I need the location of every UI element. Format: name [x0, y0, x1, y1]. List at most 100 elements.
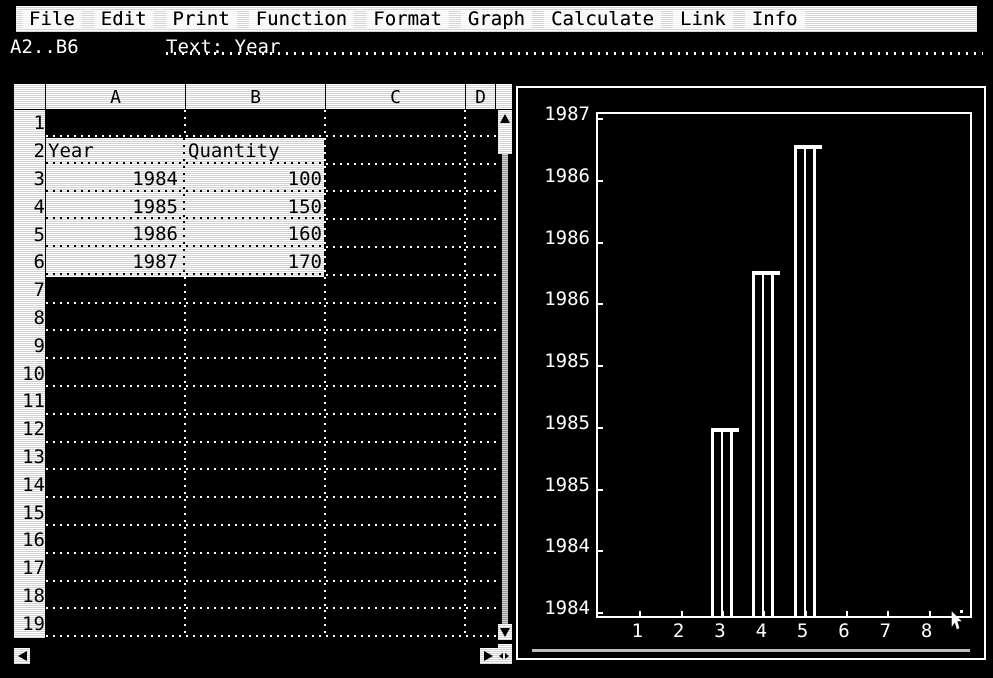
y-axis-label: 1987	[544, 103, 590, 125]
selected-column-separator	[183, 138, 185, 166]
menu-item-graph[interactable]: Graph	[460, 9, 533, 29]
vertical-scrollbar[interactable]	[498, 110, 512, 662]
column-header-b[interactable]: B	[186, 84, 326, 110]
row-separator	[46, 329, 498, 332]
vertical-scroll-track[interactable]	[502, 154, 508, 624]
selected-row[interactable]: 1986 160	[46, 221, 324, 250]
row-number[interactable]: 7	[14, 277, 45, 305]
chart-window: 1987 1986 1986 1986 1985 1985 1985 1984 1984 1 2 3 4…	[516, 86, 986, 660]
chart-bar-mid	[721, 427, 723, 616]
table-row[interactable]	[46, 610, 498, 638]
column-separator	[324, 610, 326, 638]
row-number[interactable]: 15	[14, 499, 45, 527]
table-row[interactable]	[46, 415, 498, 444]
resize-corner-icon[interactable]	[496, 648, 512, 664]
menu-item-file[interactable]: File	[22, 9, 82, 29]
selected-cell-block[interactable]: Year Quantity 1984 100 1985 150 1986 160 1987 170	[46, 138, 324, 277]
row-separator	[46, 496, 498, 499]
row-number[interactable]: 17	[14, 555, 45, 583]
menu-item-info[interactable]: Info	[744, 9, 805, 29]
menu-item-function[interactable]: Function	[248, 9, 355, 29]
row-number[interactable]: 11	[14, 388, 45, 416]
table-row[interactable]	[46, 471, 498, 500]
table-row[interactable]	[46, 526, 498, 555]
triangle-up-icon[interactable]	[498, 110, 512, 126]
row-separator	[46, 357, 498, 360]
column-header-a[interactable]: A	[46, 84, 186, 110]
table-row[interactable]	[46, 110, 498, 138]
selected-row-separator	[46, 217, 324, 220]
row-number[interactable]: 1	[14, 110, 45, 138]
column-header-d[interactable]: D	[466, 84, 496, 110]
menu-item-calculate[interactable]: Calculate	[544, 9, 662, 29]
selected-column-separator	[183, 249, 185, 277]
row-number[interactable]: 16	[14, 527, 45, 555]
table-row[interactable]	[46, 387, 498, 416]
row-number[interactable]: 9	[14, 332, 45, 360]
vertical-scroll-thumb[interactable]	[498, 126, 512, 154]
table-row[interactable]	[46, 332, 498, 361]
horizontal-scroll-track[interactable]	[32, 652, 478, 660]
chart-bar	[793, 145, 822, 616]
row-number[interactable]: 10	[14, 360, 45, 388]
column-separator	[324, 526, 326, 555]
selected-row[interactable]: 1985 150	[46, 193, 324, 222]
triangle-down-icon[interactable]	[498, 624, 512, 640]
column-separator	[184, 110, 186, 138]
row-number[interactable]: 14	[14, 471, 45, 499]
table-row[interactable]	[46, 276, 498, 305]
table-row[interactable]	[46, 360, 498, 388]
row-number[interactable]: 2	[14, 138, 45, 166]
chart-bar-cap	[752, 270, 781, 275]
row-number[interactable]: 4	[14, 193, 45, 221]
row-number[interactable]: 18	[14, 583, 45, 611]
row-number[interactable]: 19	[14, 610, 45, 638]
x-axis-tick	[680, 611, 683, 617]
row-number[interactable]: 8	[14, 305, 45, 333]
column-separator	[464, 582, 466, 611]
status-line[interactable]: A2..B6 Text: Year	[8, 34, 985, 60]
menu-item-print[interactable]: Print	[165, 9, 237, 29]
column-separator	[184, 610, 186, 638]
row-separator	[46, 635, 498, 638]
menu-item-link[interactable]: Link	[673, 9, 733, 29]
menu-bar: File Edit Print Function Format Graph Ca…	[16, 6, 977, 32]
column-separator	[324, 276, 326, 305]
selected-row[interactable]: 1987 170	[46, 249, 324, 277]
column-separator	[184, 526, 186, 555]
row-number[interactable]: 12	[14, 416, 45, 444]
table-row[interactable]	[46, 582, 498, 611]
column-header-c[interactable]: C	[326, 84, 466, 110]
horizontal-scrollbar[interactable]	[14, 648, 512, 664]
x-axis-tick	[887, 611, 890, 617]
selected-row-separator	[46, 161, 324, 164]
column-separator	[464, 137, 466, 166]
sheet-corner-cell[interactable]	[14, 84, 46, 110]
x-axis-label: 1	[631, 620, 644, 642]
selected-column-separator	[183, 221, 185, 250]
x-axis-label: 8	[920, 620, 933, 642]
triangle-left-icon[interactable]	[14, 648, 30, 664]
row-separator	[46, 134, 498, 137]
table-row[interactable]	[46, 554, 498, 583]
y-axis-label: 1984	[544, 535, 590, 558]
table-row[interactable]	[46, 499, 498, 527]
y-axis-label: 1986	[544, 164, 590, 187]
row-number[interactable]: 5	[14, 221, 45, 249]
row-number[interactable]: 3	[14, 166, 45, 194]
column-separator	[324, 471, 326, 500]
menu-item-format[interactable]: Format	[366, 9, 449, 29]
row-separator	[46, 440, 498, 443]
x-axis-tick	[846, 611, 848, 617]
menu-item-edit[interactable]: Edit	[93, 9, 154, 29]
row-number[interactable]: 13	[14, 444, 45, 472]
triangle-right-icon[interactable]	[480, 648, 496, 664]
table-row[interactable]	[46, 304, 498, 333]
table-row[interactable]	[46, 443, 498, 472]
y-axis-label: 1985	[544, 473, 590, 496]
selected-row[interactable]: 1984 100	[46, 165, 324, 194]
selected-row[interactable]: Year Quantity	[46, 138, 324, 166]
row-number[interactable]: 6	[14, 249, 45, 277]
column-separator	[464, 332, 466, 361]
column-separator	[184, 499, 186, 527]
